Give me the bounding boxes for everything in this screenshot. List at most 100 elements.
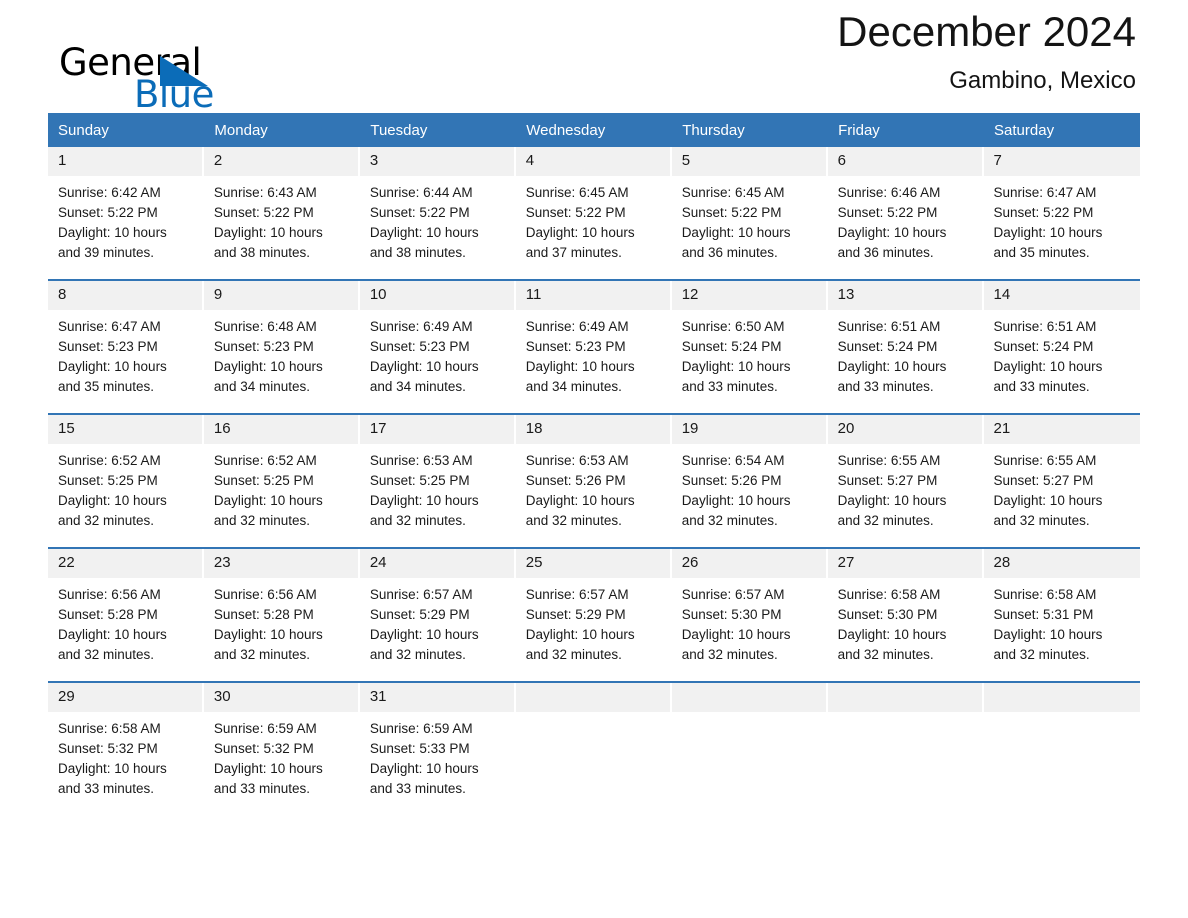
daylight-duration-line1: Daylight: 10 hours xyxy=(213,493,323,508)
sunset-time: Sunset: 5:27 PM xyxy=(993,473,1094,488)
week-separator-cell xyxy=(48,405,1140,415)
calendar-day-cell: 22 Sunrise: 6:56 AM Sunset: 5:28 PM Dayligh… xyxy=(48,549,204,673)
calendar-day-cell: 6 Sunrise: 6:46 AM Sunset: 5:22 PM Daylight… xyxy=(827,147,984,271)
daylight-duration-line2: and 32 minutes. xyxy=(681,513,778,528)
day-cell-15[interactable]: 15 Sunrise: 6:52 AM Sunset: 5:25 PM Dayligh… xyxy=(48,415,204,539)
day-cell-23[interactable]: 23 Sunrise: 6:56 AM Sunset: 5:28 PM Dayligh… xyxy=(203,549,360,673)
daylight-duration-line1: Daylight: 10 hours xyxy=(58,493,167,508)
calendar-day-cell: 16 Sunrise: 6:52 AM Sunset: 5:25 PM Dayligh… xyxy=(203,415,360,539)
calendar-day-cell xyxy=(827,683,984,807)
day-cell-7[interactable]: 7 Sunrise: 6:47 AM Sunset: 5:22 PM Daylight… xyxy=(983,147,1140,271)
day-cell-19[interactable]: 19 Sunrise: 6:54 AM Sunset: 5:26 PM Dayligh… xyxy=(671,415,828,539)
sunset-time: Sunset: 5:32 PM xyxy=(213,741,314,756)
day-number: 20 xyxy=(827,415,982,444)
day-cell-10[interactable]: 10 Sunrise: 6:49 AM Sunset: 5:23 PM Dayligh… xyxy=(359,281,516,405)
day-cell-2[interactable]: 2 Sunrise: 6:43 AM Sunset: 5:22 PM Daylight… xyxy=(203,147,360,271)
day-details: Sunrise: 6:57 AM Sunset: 5:29 PM Daylight:… xyxy=(516,578,670,665)
calendar-day-cell: 23 Sunrise: 6:56 AM Sunset: 5:28 PM Dayligh… xyxy=(203,549,360,673)
daylight-duration-line1: Daylight: 10 hours xyxy=(837,225,947,240)
day-details: Sunrise: 6:53 AM Sunset: 5:26 PM Daylight:… xyxy=(516,444,670,531)
day-number: 2 xyxy=(203,147,358,176)
day-cell-25[interactable]: 25 Sunrise: 6:57 AM Sunset: 5:29 PM Dayligh… xyxy=(515,549,672,673)
day-details: Sunrise: 6:55 AM Sunset: 5:27 PM Daylight:… xyxy=(984,444,1140,531)
sunset-time: Sunset: 5:23 PM xyxy=(213,339,314,354)
calendar-day-cell: 21 Sunrise: 6:55 AM Sunset: 5:27 PM Dayligh… xyxy=(983,415,1140,539)
day-cell-17[interactable]: 17 Sunrise: 6:53 AM Sunset: 5:25 PM Dayligh… xyxy=(359,415,516,539)
day-cell-6[interactable]: 6 Sunrise: 6:46 AM Sunset: 5:22 PM Daylight… xyxy=(827,147,984,271)
day-number: 24 xyxy=(359,549,514,578)
day-cell-26[interactable]: 26 Sunrise: 6:57 AM Sunset: 5:30 PM Dayligh… xyxy=(671,549,828,673)
daylight-duration-line1: Daylight: 10 hours xyxy=(525,225,635,240)
day-cell-empty xyxy=(515,683,672,807)
day-cell-3[interactable]: 3 Sunrise: 6:44 AM Sunset: 5:22 PM Daylight… xyxy=(359,147,516,271)
day-number xyxy=(515,683,670,712)
sunrise-time: Sunrise: 6:52 AM xyxy=(213,453,317,468)
day-cell-empty xyxy=(671,683,828,807)
day-cell-22[interactable]: 22 Sunrise: 6:56 AM Sunset: 5:28 PM Dayligh… xyxy=(48,549,204,673)
day-cell-1[interactable]: 1 Sunrise: 6:42 AM Sunset: 5:22 PM Daylight… xyxy=(48,147,204,271)
day-details: Sunrise: 6:53 AM Sunset: 5:25 PM Daylight:… xyxy=(360,444,514,531)
day-details: Sunrise: 6:57 AM Sunset: 5:30 PM Daylight:… xyxy=(672,578,826,665)
sunset-time: Sunset: 5:24 PM xyxy=(837,339,938,354)
day-cell-4[interactable]: 4 Sunrise: 6:45 AM Sunset: 5:22 PM Daylight… xyxy=(515,147,672,271)
calendar-day-cell: 24 Sunrise: 6:57 AM Sunset: 5:29 PM Dayligh… xyxy=(359,549,516,673)
day-number: 7 xyxy=(983,147,1140,176)
daylight-duration-line2: and 34 minutes. xyxy=(369,379,466,394)
sunset-time: Sunset: 5:30 PM xyxy=(837,607,938,622)
sunrise-time: Sunrise: 6:49 AM xyxy=(369,319,473,334)
week-separator-cell xyxy=(48,673,1140,683)
day-cell-20[interactable]: 20 Sunrise: 6:55 AM Sunset: 5:27 PM Dayligh… xyxy=(827,415,984,539)
sunset-time: Sunset: 5:23 PM xyxy=(525,339,626,354)
sunset-time: Sunset: 5:22 PM xyxy=(525,205,626,220)
sunset-time: Sunset: 5:22 PM xyxy=(58,205,158,220)
sunset-time: Sunset: 5:25 PM xyxy=(58,473,158,488)
calendar-day-cell: 7 Sunrise: 6:47 AM Sunset: 5:22 PM Daylight… xyxy=(983,147,1140,271)
daylight-duration-line1: Daylight: 10 hours xyxy=(369,493,479,508)
calendar-day-cell: 1 Sunrise: 6:42 AM Sunset: 5:22 PM Daylight… xyxy=(48,147,204,271)
day-details: Sunrise: 6:47 AM Sunset: 5:22 PM Daylight:… xyxy=(984,176,1140,263)
day-cell-18[interactable]: 18 Sunrise: 6:53 AM Sunset: 5:26 PM Dayligh… xyxy=(515,415,672,539)
day-cell-24[interactable]: 24 Sunrise: 6:57 AM Sunset: 5:29 PM Dayligh… xyxy=(359,549,516,673)
sunset-time: Sunset: 5:24 PM xyxy=(993,339,1094,354)
day-cell-31[interactable]: 31 Sunrise: 6:59 AM Sunset: 5:33 PM Dayligh… xyxy=(359,683,516,807)
daylight-duration-line1: Daylight: 10 hours xyxy=(213,761,323,776)
day-cell-30[interactable]: 30 Sunrise: 6:59 AM Sunset: 5:32 PM Dayligh… xyxy=(203,683,360,807)
day-cell-21[interactable]: 21 Sunrise: 6:55 AM Sunset: 5:27 PM Dayligh… xyxy=(983,415,1140,539)
day-number: 17 xyxy=(359,415,514,444)
daylight-duration-line2: and 32 minutes. xyxy=(213,647,310,662)
day-details: Sunrise: 6:58 AM Sunset: 5:30 PM Daylight:… xyxy=(828,578,982,665)
day-cell-16[interactable]: 16 Sunrise: 6:52 AM Sunset: 5:25 PM Dayligh… xyxy=(203,415,360,539)
calendar-week-row: 15 Sunrise: 6:52 AM Sunset: 5:25 PM Dayligh… xyxy=(48,415,1140,539)
calendar-day-cell: 9 Sunrise: 6:48 AM Sunset: 5:23 PM Daylight… xyxy=(203,281,360,405)
general-blue-logo[interactable]: General Blue xyxy=(59,44,319,114)
day-cell-5[interactable]: 5 Sunrise: 6:45 AM Sunset: 5:22 PM Daylight… xyxy=(671,147,828,271)
day-cell-12[interactable]: 12 Sunrise: 6:50 AM Sunset: 5:24 PM Dayligh… xyxy=(671,281,828,405)
sunset-time: Sunset: 5:22 PM xyxy=(837,205,938,220)
day-number: 22 xyxy=(48,549,202,578)
calendar-day-cell: 3 Sunrise: 6:44 AM Sunset: 5:22 PM Daylight… xyxy=(359,147,516,271)
daylight-duration-line1: Daylight: 10 hours xyxy=(58,761,167,776)
day-number: 19 xyxy=(671,415,826,444)
day-cell-29[interactable]: 29 Sunrise: 6:58 AM Sunset: 5:32 PM Dayligh… xyxy=(48,683,204,807)
day-cell-empty xyxy=(827,683,984,807)
calendar-day-cell xyxy=(515,683,672,807)
sunset-time: Sunset: 5:25 PM xyxy=(369,473,470,488)
calendar-day-cell xyxy=(983,683,1140,807)
day-cell-9[interactable]: 9 Sunrise: 6:48 AM Sunset: 5:23 PM Daylight… xyxy=(203,281,360,405)
day-cell-27[interactable]: 27 Sunrise: 6:58 AM Sunset: 5:30 PM Dayligh… xyxy=(827,549,984,673)
day-number: 12 xyxy=(671,281,826,310)
weekday-header-saturday: Saturday xyxy=(983,113,1140,147)
day-cell-8[interactable]: 8 Sunrise: 6:47 AM Sunset: 5:23 PM Daylight… xyxy=(48,281,204,405)
day-number: 25 xyxy=(515,549,670,578)
sunrise-time: Sunrise: 6:44 AM xyxy=(369,185,473,200)
day-cell-28[interactable]: 28 Sunrise: 6:58 AM Sunset: 5:31 PM Dayligh… xyxy=(983,549,1140,673)
day-number: 6 xyxy=(827,147,982,176)
day-cell-11[interactable]: 11 Sunrise: 6:49 AM Sunset: 5:23 PM Dayligh… xyxy=(515,281,672,405)
sunrise-time: Sunrise: 6:59 AM xyxy=(369,721,473,736)
sunrise-time: Sunrise: 6:57 AM xyxy=(369,587,473,602)
daylight-duration-line1: Daylight: 10 hours xyxy=(58,627,167,642)
sunrise-time: Sunrise: 6:45 AM xyxy=(681,185,785,200)
day-cell-14[interactable]: 14 Sunrise: 6:51 AM Sunset: 5:24 PM Dayligh… xyxy=(983,281,1140,405)
daylight-duration-line1: Daylight: 10 hours xyxy=(213,225,323,240)
day-cell-13[interactable]: 13 Sunrise: 6:51 AM Sunset: 5:24 PM Dayligh… xyxy=(827,281,984,405)
